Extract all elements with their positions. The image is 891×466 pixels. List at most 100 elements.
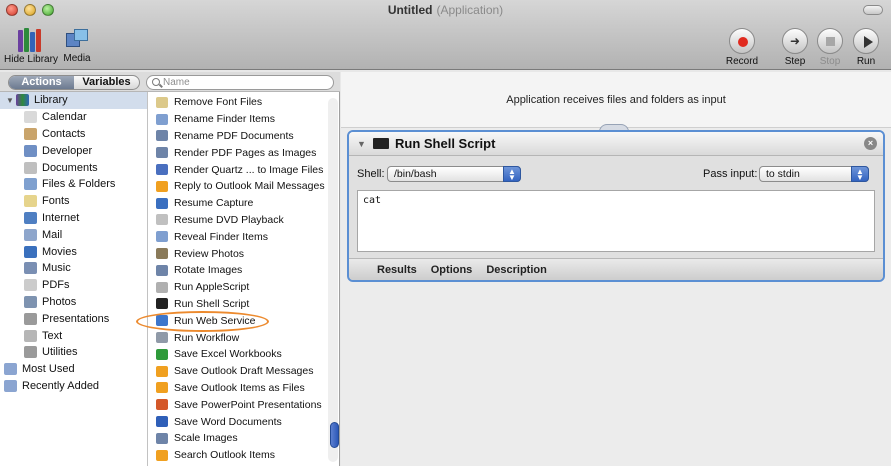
hide-library-button[interactable]: Hide Library bbox=[2, 28, 60, 65]
script-editor[interactable]: cat bbox=[357, 190, 875, 252]
list-item[interactable]: Review Photos bbox=[148, 245, 339, 262]
actions-scroll-thumb[interactable] bbox=[330, 422, 339, 448]
sidebar-item-documents[interactable]: Documents bbox=[0, 159, 147, 176]
list-item[interactable]: Run Web Service bbox=[148, 312, 339, 329]
finder-icon bbox=[156, 231, 168, 243]
action-item-label: Run Web Service bbox=[174, 314, 256, 327]
sidebar-item-mail[interactable]: Mail bbox=[0, 226, 147, 243]
disclosure-triangle-icon[interactable]: ▼ bbox=[6, 96, 16, 105]
title-bar: Untitled (Application) Hide Library Media… bbox=[0, 0, 891, 70]
photos-icon bbox=[156, 264, 168, 276]
library-root-item[interactable]: ▼ Library bbox=[0, 92, 147, 109]
media-button[interactable]: Media bbox=[60, 28, 94, 64]
action-item-label: Rename PDF Documents bbox=[174, 129, 294, 142]
search-input[interactable]: Name bbox=[146, 75, 334, 90]
outlook-icon bbox=[156, 365, 168, 377]
sidebar-item-label: Internet bbox=[42, 211, 80, 224]
sidebar-item-contacts[interactable]: Contacts bbox=[0, 126, 147, 143]
sidebar-item-utilities[interactable]: Utilities bbox=[0, 344, 147, 361]
action-item-label: Run Shell Script bbox=[174, 297, 250, 310]
sidebar-item-label: Calendar bbox=[42, 111, 87, 124]
sidebar-item-text[interactable]: Text bbox=[0, 327, 147, 344]
calendar-icon bbox=[24, 111, 37, 124]
tab-actions[interactable]: Actions bbox=[9, 76, 74, 89]
run-shell-script-action[interactable]: ▼ Run Shell Script × Shell: /bin/bash ▲ ▼… bbox=[347, 130, 885, 282]
list-item[interactable]: Save Outlook Items as Files bbox=[148, 380, 339, 397]
tab-variables[interactable]: Variables bbox=[74, 76, 139, 89]
sidebar-item-photos[interactable]: Photos bbox=[0, 294, 147, 311]
list-item[interactable]: Resume Capture bbox=[148, 195, 339, 212]
sidebar-item-presentations[interactable]: Presentations bbox=[0, 310, 147, 327]
sidebar-item-recently-added[interactable]: Recently Added bbox=[0, 378, 147, 395]
finder-icon bbox=[156, 113, 168, 125]
list-item[interactable]: Save Outlook Draft Messages bbox=[148, 363, 339, 380]
list-item[interactable]: Reveal Finder Items bbox=[148, 228, 339, 245]
collapse-triangle-icon[interactable]: ▼ bbox=[357, 139, 366, 149]
action-item-label: Render PDF Pages as Images bbox=[174, 146, 317, 159]
list-item[interactable]: Save Word Documents bbox=[148, 413, 339, 430]
action-item-label: Remove Font Files bbox=[174, 96, 263, 109]
record-icon bbox=[729, 28, 755, 54]
internet-icon bbox=[24, 211, 37, 224]
sidebar-item-calendar[interactable]: Calendar bbox=[0, 109, 147, 126]
window-title: Untitled (Application) bbox=[0, 3, 891, 17]
window-title-kind: (Application) bbox=[436, 3, 504, 17]
sidebar-item-label: Contacts bbox=[42, 127, 86, 140]
remove-action-icon[interactable]: × bbox=[864, 137, 877, 150]
library-books-icon bbox=[18, 28, 44, 52]
sidebar-item-label: Music bbox=[42, 262, 71, 275]
actions-scrollbar[interactable] bbox=[328, 98, 338, 462]
mail-icon bbox=[24, 228, 37, 241]
font-file-icon bbox=[156, 96, 168, 108]
run-button[interactable]: Run bbox=[848, 28, 884, 67]
list-item[interactable]: Run AppleScript bbox=[148, 279, 339, 296]
sidebar-item-developer[interactable]: Developer bbox=[0, 142, 147, 159]
list-item[interactable]: Run Shell Script bbox=[148, 296, 339, 313]
terminal-icon bbox=[373, 138, 389, 149]
list-item[interactable]: Reply to Outlook Mail Messages bbox=[148, 178, 339, 195]
list-item[interactable]: Search Outlook Items bbox=[148, 447, 339, 464]
window-title-name: Untitled bbox=[387, 3, 433, 17]
list-item[interactable]: Save PowerPoint Presentations bbox=[148, 396, 339, 413]
files-folders-icon bbox=[24, 178, 37, 191]
record-button[interactable]: Record bbox=[724, 28, 760, 67]
tab-results[interactable]: Results bbox=[377, 264, 417, 276]
capture-icon bbox=[156, 197, 168, 209]
excel-icon bbox=[156, 348, 168, 360]
sidebar-item-label: Most Used bbox=[22, 363, 75, 376]
list-item[interactable]: Resume DVD Playback bbox=[148, 212, 339, 229]
list-item[interactable]: Save Excel Workbooks bbox=[148, 346, 339, 363]
sidebar-item-files-folders[interactable]: Files & Folders bbox=[0, 176, 147, 193]
list-item[interactable]: Render Quartz ... to Image Files bbox=[148, 161, 339, 178]
step-button[interactable]: ➜ Step bbox=[778, 28, 812, 67]
action-item-label: Save Outlook Draft Messages bbox=[174, 365, 314, 378]
tab-description[interactable]: Description bbox=[486, 264, 547, 276]
stop-button[interactable]: Stop bbox=[814, 28, 846, 67]
sidebar-item-music[interactable]: Music bbox=[0, 260, 147, 277]
list-item[interactable]: Scale Images bbox=[148, 430, 339, 447]
tab-options[interactable]: Options bbox=[431, 264, 473, 276]
sidebar-item-internet[interactable]: Internet bbox=[0, 210, 147, 227]
list-item[interactable]: Run Workflow bbox=[148, 329, 339, 346]
list-item[interactable]: Remove Font Files bbox=[148, 94, 339, 111]
sidebar-item-most-used[interactable]: Most Used bbox=[0, 361, 147, 378]
shell-select[interactable]: /bin/bash ▲ ▼ bbox=[387, 166, 521, 182]
list-item[interactable]: Rename Finder Items bbox=[148, 111, 339, 128]
action-item-label: Run AppleScript bbox=[174, 281, 250, 294]
library-icon bbox=[16, 94, 29, 107]
actions-list: Remove Font Files Rename Finder Items Rena… bbox=[148, 92, 340, 466]
pass-input-select[interactable]: to stdin ▲ ▼ bbox=[759, 166, 869, 182]
search-icon bbox=[152, 78, 160, 86]
toolbar-toggle-button[interactable] bbox=[863, 5, 883, 15]
most-used-icon bbox=[4, 363, 17, 376]
sidebar-item-pdfs[interactable]: PDFs bbox=[0, 277, 147, 294]
sidebar-item-fonts[interactable]: Fonts bbox=[0, 193, 147, 210]
action-item-label: Save Outlook Items as Files bbox=[174, 381, 305, 394]
list-item[interactable]: Rotate Images bbox=[148, 262, 339, 279]
list-item[interactable]: Render PDF Pages as Images bbox=[148, 144, 339, 161]
terminal-icon bbox=[156, 298, 168, 310]
sidebar-item-movies[interactable]: Movies bbox=[0, 243, 147, 260]
review-photos-icon bbox=[156, 248, 168, 260]
action-item-label: Search Outlook Items bbox=[174, 449, 275, 462]
list-item[interactable]: Rename PDF Documents bbox=[148, 128, 339, 145]
